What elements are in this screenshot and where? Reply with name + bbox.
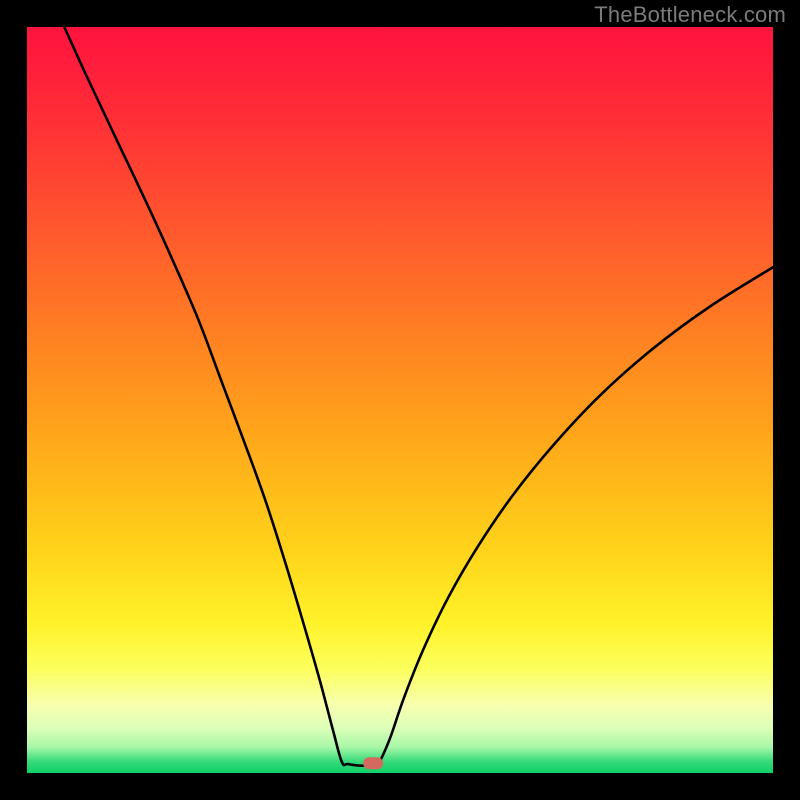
bottleneck-curve	[27, 27, 773, 773]
chart-frame: TheBottleneck.com	[0, 0, 800, 800]
plot-area	[27, 27, 773, 773]
watermark-text: TheBottleneck.com	[594, 2, 786, 28]
curve-path	[64, 27, 773, 767]
optimum-marker	[363, 757, 383, 769]
